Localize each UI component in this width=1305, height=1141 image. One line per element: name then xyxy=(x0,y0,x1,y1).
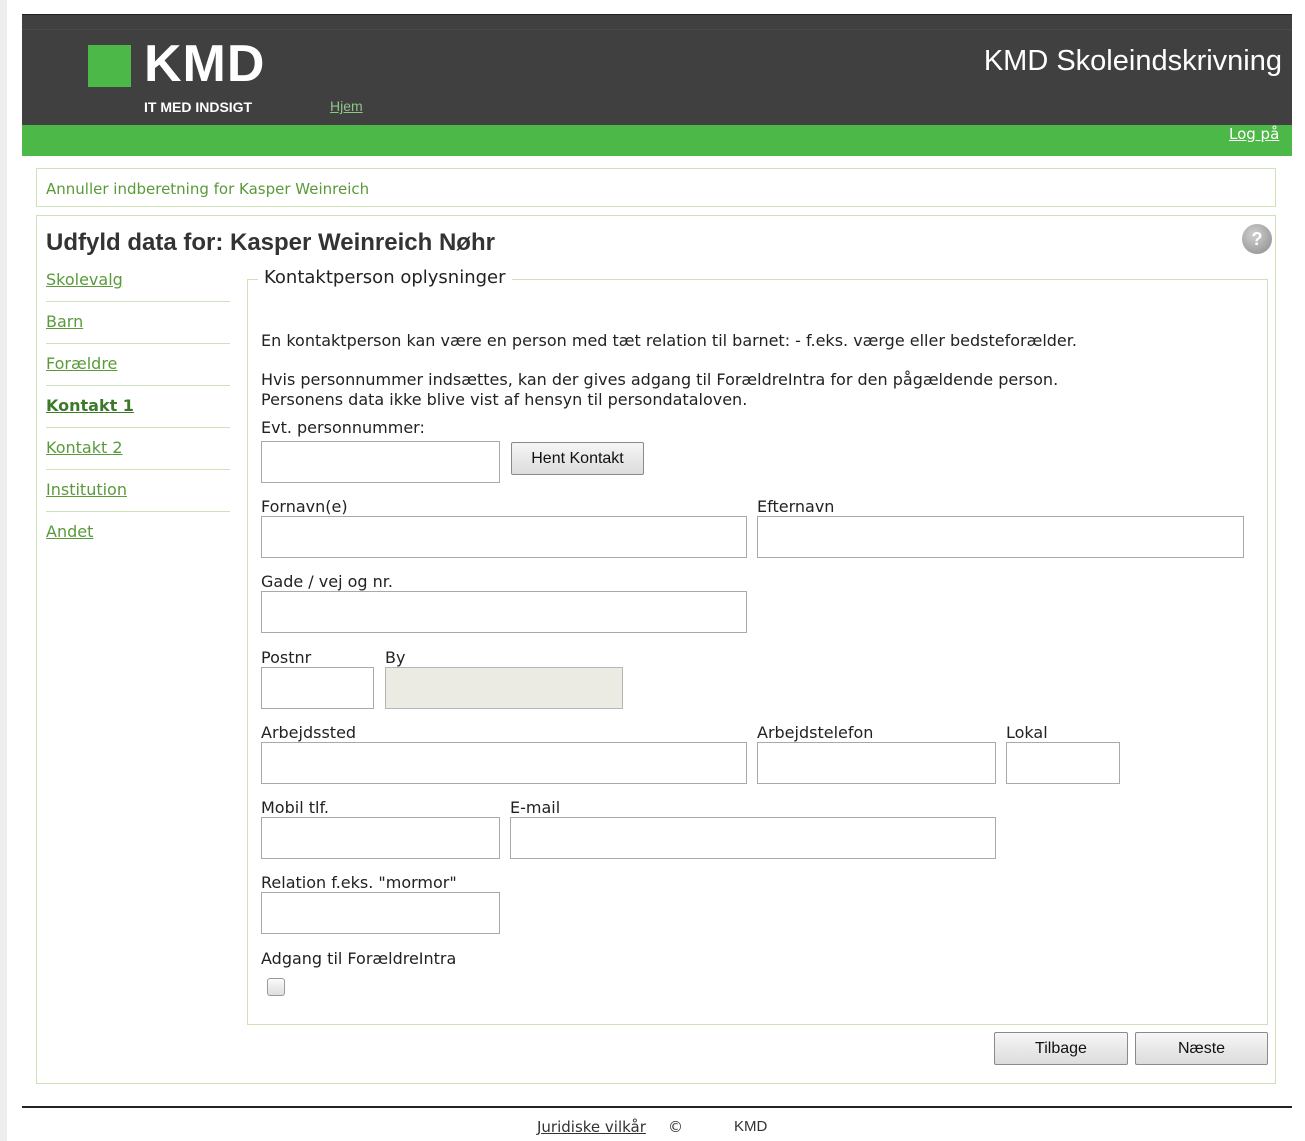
kmd-logo-text: KMD xyxy=(144,35,266,93)
terms-link[interactable]: Juridiske vilkår xyxy=(537,1118,646,1136)
login-link[interactable]: Log på xyxy=(1229,125,1292,143)
workphone-input[interactable] xyxy=(757,742,996,784)
nav-item-kontakt-2[interactable]: Kontakt 2 xyxy=(46,428,230,470)
next-button[interactable]: Næste xyxy=(1135,1032,1268,1065)
app-title: KMD Skoleindskrivning xyxy=(983,45,1282,77)
relation-label: Relation f.eks. "mormor" xyxy=(261,873,457,892)
nav-item-institution[interactable]: Institution xyxy=(46,470,230,512)
workphone-label: Arbejdstelefon xyxy=(757,723,874,742)
street-label: Gade / vej og nr. xyxy=(261,572,393,591)
nav-item-barn[interactable]: Barn xyxy=(46,302,230,344)
info-text-line2: Personens data ikke blive vist af hensyn… xyxy=(261,390,748,409)
firstname-input[interactable] xyxy=(261,516,747,558)
header-divider xyxy=(22,29,1292,30)
intro-text: En kontaktperson kan være en person med … xyxy=(261,331,1077,350)
fetch-contact-button[interactable]: Hent Kontakt xyxy=(511,442,644,475)
cancel-registration-link[interactable]: Annuller indberetning for Kasper Weinrei… xyxy=(46,180,369,198)
site-header: KMD IT MED INDSIGT Hjem KMD Skoleindskri… xyxy=(22,14,1292,126)
access-checkbox[interactable] xyxy=(267,978,285,996)
footer-company: KMD xyxy=(734,1118,768,1135)
kmd-logo-icon xyxy=(88,45,131,87)
ext-input[interactable] xyxy=(1006,742,1120,784)
back-button[interactable]: Tilbage xyxy=(994,1032,1128,1065)
lastname-input[interactable] xyxy=(757,516,1244,558)
nav-item-skolevalg[interactable]: Skolevalg xyxy=(46,260,230,302)
help-icon[interactable]: ? xyxy=(1242,224,1272,254)
firstname-label: Fornavn(e) xyxy=(261,497,348,516)
zip-input[interactable] xyxy=(261,667,374,709)
page-edge-strip xyxy=(0,0,7,1141)
cpr-label: Evt. personnummer: xyxy=(261,418,425,437)
access-label: Adgang til ForældreIntra xyxy=(261,949,457,968)
ext-label: Lokal xyxy=(1006,723,1048,742)
city-label: By xyxy=(385,648,406,667)
home-link[interactable]: Hjem xyxy=(330,98,363,114)
relation-input[interactable] xyxy=(261,892,500,934)
fieldset-legend: Kontaktperson oplysninger xyxy=(258,267,512,288)
top-green-bar: Log på xyxy=(22,125,1292,156)
cancel-panel: Annuller indberetning for Kasper Weinrei… xyxy=(36,168,1276,207)
nav-item-foraeldre[interactable]: Forældre xyxy=(46,344,230,386)
email-label: E-mail xyxy=(510,798,561,817)
email-input[interactable] xyxy=(510,817,996,859)
mobile-input[interactable] xyxy=(261,817,500,859)
page-title: Udfyld data for: Kasper Weinreich Nøhr xyxy=(46,229,495,256)
city-input xyxy=(385,667,623,709)
copyright-symbol: © xyxy=(668,1118,683,1136)
zip-label: Postnr xyxy=(261,648,312,667)
info-text-line1: Hvis personnummer indsættes, kan der giv… xyxy=(261,370,1059,389)
logo-tagline: IT MED INDSIGT xyxy=(144,99,253,115)
lastname-label: Efternavn xyxy=(757,497,835,516)
workplace-input[interactable] xyxy=(261,742,747,784)
mobile-label: Mobil tlf. xyxy=(261,798,329,817)
footer-divider xyxy=(22,1106,1292,1108)
nav-item-andet[interactable]: Andet xyxy=(46,512,230,554)
step-navigation: Skolevalg Barn Forældre Kontakt 1 Kontak… xyxy=(46,260,230,554)
nav-item-kontakt-1[interactable]: Kontakt 1 xyxy=(46,386,230,428)
cpr-input[interactable] xyxy=(261,441,500,483)
street-input[interactable] xyxy=(261,591,747,633)
workplace-label: Arbejdssted xyxy=(261,723,357,742)
